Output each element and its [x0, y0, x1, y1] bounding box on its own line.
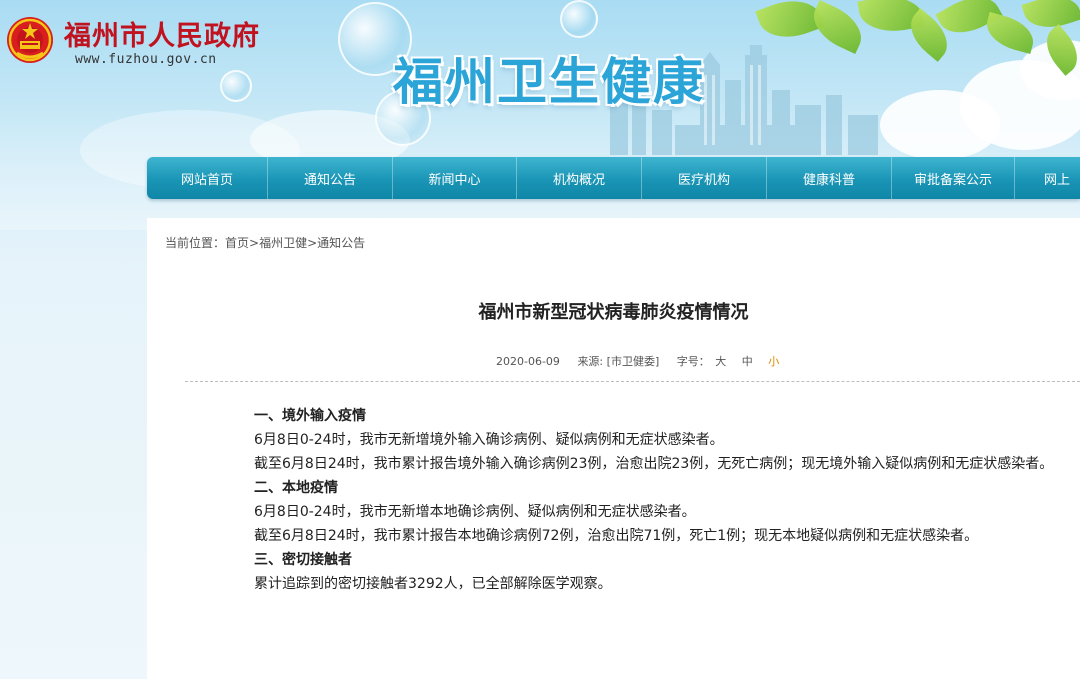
nav-item-online[interactable]: 网上 [1015, 157, 1080, 199]
font-size-medium-button[interactable]: 中 [742, 355, 753, 368]
section-heading: 三、密切接触者 [254, 552, 352, 568]
breadcrumb-prefix: 当前位置： [165, 236, 226, 250]
nav-item-news[interactable]: 新闻中心 [393, 157, 517, 199]
bubble-decoration [560, 0, 598, 38]
breadcrumb-section[interactable]: 福州卫健 [259, 236, 307, 250]
font-size-large-button[interactable]: 大 [715, 355, 726, 368]
paragraph: 6月8日0-24时，我市无新增本地确诊病例、疑似病例和无症状感染者。 [254, 504, 696, 520]
article-title: 福州市新型冠状病毒肺炎疫情情况 [478, 302, 749, 323]
paragraph: 截至6月8日24时，我市累计报告境外输入确诊病例23例，治愈出院23例，无死亡病… [254, 456, 1054, 472]
paragraph: 累计追踪到的密切接触者3292人，已全部解除医学观察。 [254, 576, 612, 592]
breadcrumb: 当前位置：首页>福州卫健>通知公告 [165, 234, 365, 251]
publish-date: 2020-06-09 [496, 355, 560, 368]
site-title: 福州卫生健康 [393, 53, 705, 111]
source-value: [市卫健委] [606, 355, 660, 368]
breadcrumb-current[interactable]: 通知公告 [317, 236, 365, 250]
nav-item-about[interactable]: 机构概况 [517, 157, 642, 199]
national-emblem-icon[interactable] [5, 15, 55, 65]
article-meta: 2020-06-09 来源: [市卫健委] 字号： 大 中 小 [496, 353, 779, 369]
section-heading: 二、本地疫情 [254, 480, 338, 496]
font-size-label: 字号： [676, 355, 710, 368]
content-panel: 当前位置：首页>福州卫健>通知公告 福州市新型冠状病毒肺炎疫情情况 2020-0… [147, 218, 1080, 679]
nav-item-medical-institutions[interactable]: 医疗机构 [642, 157, 767, 199]
breadcrumb-separator: > [307, 236, 318, 250]
paragraph: 6月8日0-24时，我市无新增境外输入确诊病例、疑似病例和无症状感染者。 [254, 432, 724, 448]
main-nav: 网站首页 通知公告 新闻中心 机构概况 医疗机构 健康科普 审批备案公示 网上 [147, 157, 1080, 199]
section-heading: 一、境外输入疫情 [254, 408, 366, 424]
meta-divider [185, 381, 1080, 382]
source-label: 来源: [577, 355, 604, 368]
nav-item-home[interactable]: 网站首页 [147, 157, 268, 199]
breadcrumb-separator: > [249, 236, 260, 250]
breadcrumb-home[interactable]: 首页 [225, 236, 249, 250]
paragraph: 截至6月8日24时，我市累计报告本地确诊病例72例，治愈出院71例，死亡1例；现… [254, 528, 979, 544]
nav-item-approval-publicity[interactable]: 审批备案公示 [892, 157, 1015, 199]
nav-item-notices[interactable]: 通知公告 [268, 157, 393, 199]
article-body: 一、境外输入疫情 6月8日0-24时，我市无新增境外输入确诊病例、疑似病例和无症… [221, 404, 1071, 596]
gov-site-url[interactable]: www.fuzhou.gov.cn [75, 52, 217, 67]
bubble-decoration [220, 70, 252, 102]
font-size-small-button[interactable]: 小 [768, 355, 779, 368]
gov-site-name[interactable]: 福州市人民政府 [64, 14, 260, 53]
nav-item-health-education[interactable]: 健康科普 [767, 157, 892, 199]
